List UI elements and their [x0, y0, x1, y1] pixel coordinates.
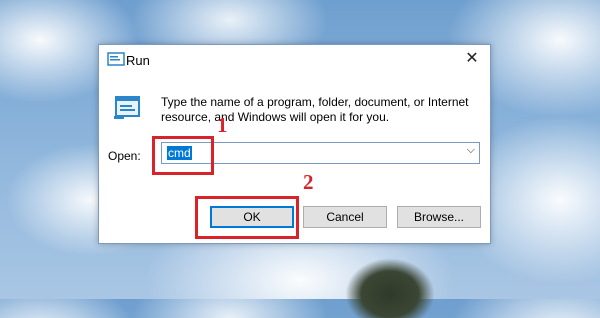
chevron-down-icon[interactable]: ⌵: [467, 144, 475, 157]
annotation-box-ok: [195, 196, 299, 239]
annotation-box-input: [152, 136, 214, 175]
dialog-description: Type the name of a program, folder, docu…: [161, 95, 469, 124]
close-icon: ✕: [465, 50, 479, 67]
close-button[interactable]: ✕: [454, 45, 490, 73]
annotation-step-2: 2: [303, 170, 314, 194]
cancel-button[interactable]: Cancel: [303, 206, 387, 228]
title-bar: Run ✕: [99, 45, 490, 75]
annotation-step-1: 1: [217, 113, 228, 137]
tree-silhouette: [345, 258, 435, 318]
browse-button[interactable]: Browse...: [397, 206, 481, 228]
run-large-icon: [114, 96, 140, 119]
run-icon: [107, 52, 125, 66]
open-label: Open:: [108, 149, 141, 163]
dialog-title: Run: [126, 53, 150, 68]
